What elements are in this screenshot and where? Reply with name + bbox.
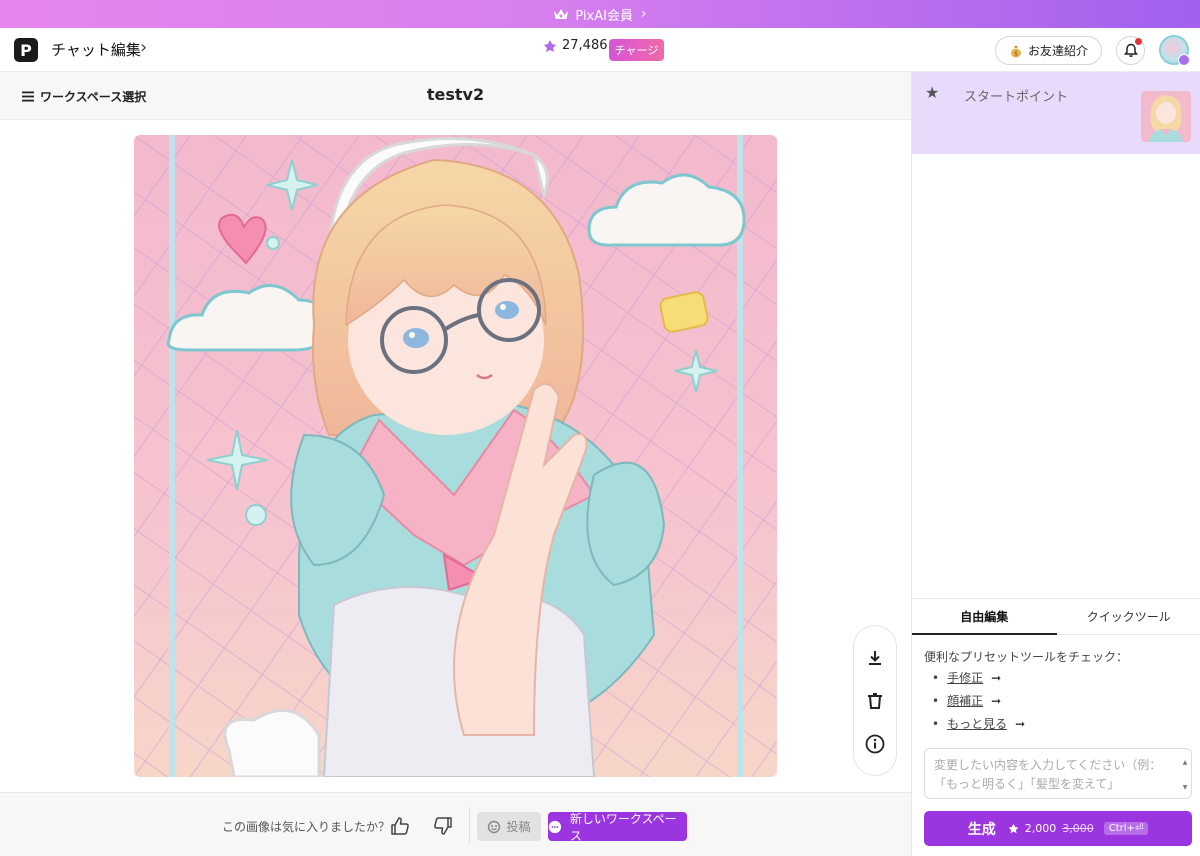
generate-cost: 2,000: [1024, 822, 1057, 835]
thumbs-up-icon: [391, 817, 409, 835]
bell-icon: [1123, 43, 1138, 57]
credit-icon: [1008, 823, 1018, 834]
workspace-select-button[interactable]: ワークスペース選択: [22, 88, 146, 105]
avatar[interactable]: [1159, 35, 1190, 66]
start-point-card[interactable]: ★ スタートポイント: [912, 72, 1200, 154]
preset-heading: 便利なプリセットツールをチェック：: [924, 650, 1129, 664]
workspace-header: testv2 ワークスペース選択: [0, 72, 911, 120]
info-icon: [865, 734, 885, 753]
new-workspace-button[interactable]: 新しいワークスペース: [548, 811, 687, 843]
post-label: 投稿: [506, 820, 531, 834]
logo-letter: P: [20, 40, 32, 60]
edit-mode-tabs: 自由編集 クイックツール: [912, 598, 1200, 635]
arrow-right-icon: ➞: [991, 670, 1002, 685]
divider: [469, 807, 470, 843]
scrollbar[interactable]: ▲ ▼: [1182, 753, 1188, 797]
chevron-right-icon[interactable]: ›: [140, 37, 147, 58]
new-workspace-label: 新しいワークスペース: [569, 811, 677, 843]
membership-badge-icon: [1178, 54, 1190, 66]
preset-link-face-fix[interactable]: 顔補正: [947, 692, 983, 709]
svg-text:$: $: [1014, 50, 1018, 57]
post-button[interactable]: 投稿: [477, 812, 541, 841]
arrow-right-icon: ➞: [991, 693, 1002, 708]
trash-icon: [868, 692, 882, 709]
download-icon: [869, 650, 881, 665]
menu-icon: [22, 91, 34, 102]
refer-friend-button[interactable]: $ お友達紹介: [995, 36, 1102, 65]
thumbs-down-button[interactable]: [431, 814, 455, 838]
preset-link-see-more[interactable]: もっと見る: [947, 715, 1007, 732]
edit-side-panel: ★ スタートポイント 自由編集 クイックツール 便利なプリセットツールをチェック…: [911, 72, 1200, 856]
tab-free-edit[interactable]: 自由編集: [912, 599, 1057, 635]
prompt-placeholder: 変更したい内容を入力してください（例：「もっと明るく」「髪型を変えて」: [934, 758, 1162, 791]
info-button[interactable]: [861, 730, 889, 758]
chat-bubble-icon: [548, 820, 562, 833]
preset-item: • 手修正 ➞: [932, 669, 1002, 686]
notifications-button[interactable]: [1116, 36, 1145, 65]
post-icon: [488, 820, 501, 833]
credit-balance: 27,486: [543, 38, 608, 53]
delete-button[interactable]: [861, 687, 889, 715]
preset-item: • 顔補正 ➞: [932, 692, 1002, 709]
pixai-logo[interactable]: P: [14, 38, 38, 62]
money-bag-icon: $: [1010, 45, 1021, 57]
generate-shortcut: Ctrl+⏎: [1103, 822, 1149, 835]
membership-label: PixAI会員: [575, 8, 633, 24]
notification-dot: [1135, 38, 1142, 45]
thumbs-up-button[interactable]: [388, 814, 412, 838]
edit-prompt-input[interactable]: 変更したい内容を入力してください（例：「もっと明るく」「髪型を変えて」 ▲ ▼: [924, 748, 1192, 799]
start-point-label: スタートポイント: [964, 90, 1069, 105]
generate-label: 生成: [967, 821, 996, 838]
top-navigation: P チャット編集 › 27,486 チャージ $ お友達紹介: [0, 28, 1200, 72]
generate-button[interactable]: 生成 2,000 3,000 Ctrl+⏎: [924, 811, 1192, 846]
feedback-bar: この画像は気に入りましたか？ 投稿 新しいワークスペース: [0, 792, 911, 856]
anime-maid-illustration: [134, 135, 777, 777]
thumbnail-illustration: [1141, 91, 1191, 142]
tab-quick-tools[interactable]: クイックツール: [1057, 599, 1200, 634]
feedback-question: この画像は気に入りましたか？: [222, 820, 391, 834]
thumbs-down-icon: [434, 817, 452, 835]
membership-banner[interactable]: PixAI会員 ›: [0, 0, 1200, 28]
crown-icon: [554, 9, 569, 19]
image-tools: [853, 625, 897, 776]
credit-amount: 27,486: [562, 38, 608, 53]
start-point-thumbnail[interactable]: [1141, 91, 1191, 142]
preset-item: • もっと見る ➞: [932, 715, 1026, 732]
charge-button[interactable]: チャージ: [609, 39, 664, 61]
generate-original-cost: 3,000: [1062, 822, 1094, 835]
arrow-right-icon: ➞: [1015, 716, 1026, 731]
download-button[interactable]: [861, 644, 889, 672]
chevron-right-icon: ›: [640, 6, 647, 22]
credit-icon: [544, 39, 556, 52]
preset-link-hand-fix[interactable]: 手修正: [947, 669, 983, 686]
generated-image[interactable]: [134, 135, 777, 777]
star-icon: ★: [925, 83, 940, 102]
image-canvas: [0, 120, 911, 792]
refer-friend-label: お友達紹介: [1027, 44, 1088, 58]
workspace-select-label: ワークスペース選択: [40, 90, 147, 104]
page-title: チャット編集: [51, 41, 141, 59]
